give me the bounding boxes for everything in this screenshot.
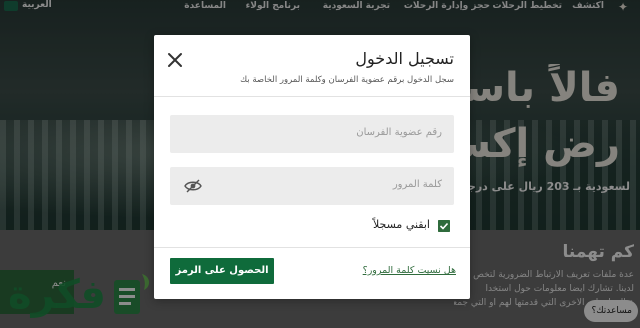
password-input[interactable]: كلمة المرور (170, 167, 454, 205)
remember-me[interactable]: ابقني مسجلاً (330, 218, 450, 234)
remember-label: ابقني مسجلاً (372, 218, 430, 231)
eye-slash-icon[interactable] (184, 179, 202, 193)
close-icon[interactable] (166, 51, 184, 69)
password-placeholder: كلمة المرور (392, 179, 442, 190)
dialog-header: تسجيل الدخول سجل الدخول برقم عضوية الفرس… (154, 35, 470, 97)
login-dialog: تسجيل الدخول سجل الدخول برقم عضوية الفرس… (154, 35, 470, 299)
member-number-placeholder: رقم عضوية الفرسان (356, 127, 442, 138)
get-code-button[interactable]: الحصول على الرمز (170, 258, 274, 284)
remember-checkbox[interactable] (438, 220, 450, 232)
dialog-title: تسجيل الدخول (355, 49, 454, 68)
dialog-subtitle: سجل الدخول برقم عضوية الفرسان وكلمة المر… (240, 75, 454, 85)
member-number-input[interactable]: رقم عضوية الفرسان (170, 115, 454, 153)
dialog-footer: هل نسيت كلمة المرور؟ الحصول على الرمز (154, 247, 470, 299)
forgot-password-link[interactable]: هل نسيت كلمة المرور؟ (363, 265, 456, 276)
